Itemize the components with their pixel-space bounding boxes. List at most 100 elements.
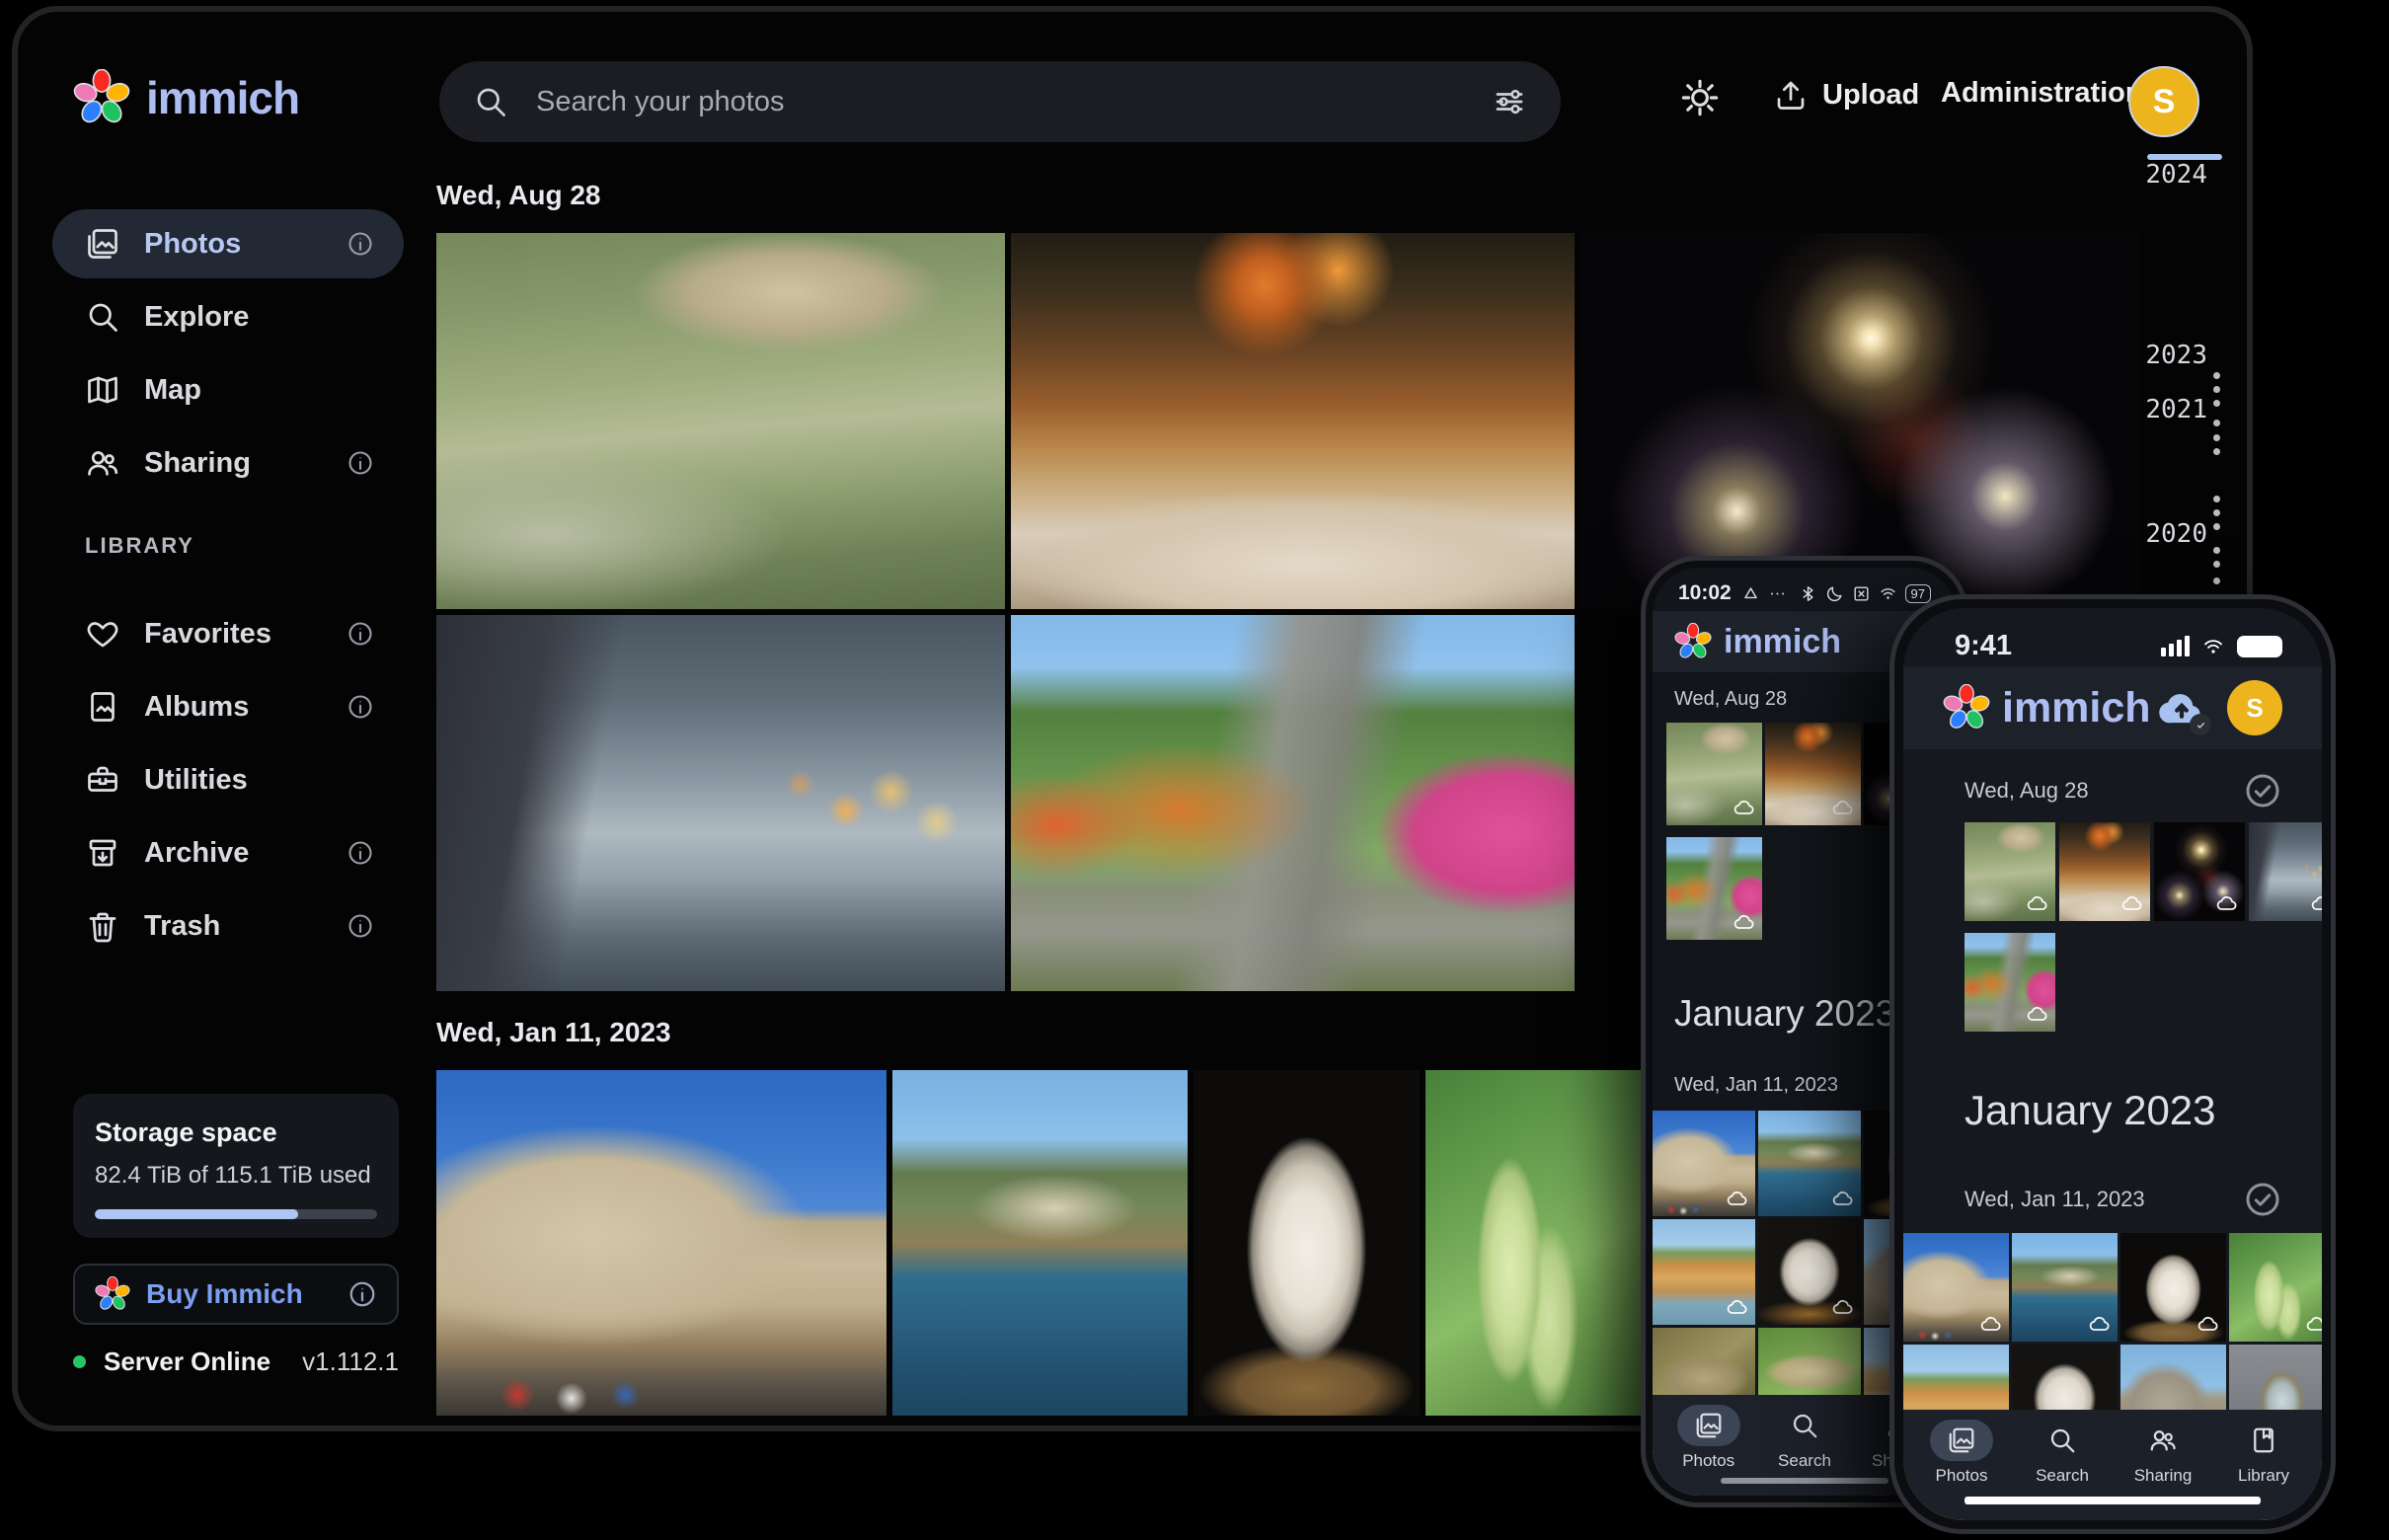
nav-tab-photos[interactable]: Photos — [1919, 1420, 2004, 1486]
sidebar-item-trash[interactable]: Trash — [52, 891, 404, 961]
theme-toggle-button[interactable] — [1679, 77, 1721, 118]
photo-thumbnail-garden-path[interactable] — [1666, 837, 1762, 940]
info-icon[interactable] — [347, 912, 374, 940]
sidebar-item-label: Albums — [144, 691, 347, 724]
select-all-check-icon[interactable] — [2243, 1180, 2282, 1219]
photo-fireworks[interactable] — [1580, 233, 2139, 609]
photo-garden-path[interactable] — [1011, 615, 1575, 991]
cloud-sync-icon — [1733, 796, 1756, 819]
search-icon — [85, 299, 120, 335]
photo-thumbnail-fireworks[interactable] — [2154, 822, 2245, 921]
photo-thumbnail-dinner[interactable] — [1765, 723, 1861, 825]
nav-tab-library[interactable]: Library — [2221, 1420, 2306, 1486]
nav-tab-label: Search — [2036, 1466, 2089, 1486]
user-avatar[interactable]: S — [2227, 680, 2282, 735]
info-icon[interactable] — [347, 449, 374, 477]
cloud-sync-icon — [2026, 1002, 2049, 1026]
info-icon[interactable] — [347, 693, 374, 721]
sidebar-item-label: Map — [144, 374, 404, 407]
sidebar-item-albums[interactable]: Albums — [52, 672, 404, 741]
photo-thumbnail-coastal[interactable] — [2012, 1233, 2118, 1342]
info-icon[interactable] — [347, 230, 374, 258]
sidebar-item-label: Photos — [144, 228, 347, 261]
nav-tab-sharing[interactable]: Sharing — [2120, 1420, 2205, 1486]
bluetooth-icon — [1799, 584, 1817, 603]
archive-icon — [85, 835, 120, 871]
search-icon — [2047, 1425, 2077, 1455]
upload-button[interactable]: Upload — [1773, 77, 1919, 113]
cloud-sync-icon — [1831, 1295, 1855, 1319]
photo-thumbnail-castle[interactable] — [1903, 1233, 2009, 1342]
photo-thumbnail-hands[interactable] — [2249, 822, 2322, 921]
sidebar-item-label: Sharing — [144, 447, 347, 480]
timeline-tick-dot — [2213, 547, 2220, 554]
storage-space-card: Storage space 82.4 TiB of 115.1 TiB used — [73, 1094, 399, 1238]
photo-thumbnail-dinner[interactable] — [2059, 822, 2150, 921]
photo-thumbnail-berries[interactable] — [2229, 1233, 2322, 1342]
photo-thumbnail-sculpture[interactable] — [2120, 1233, 2226, 1342]
select-all-check-icon[interactable] — [2243, 771, 2282, 810]
date-header: Wed, Jan 11, 2023 — [1903, 1158, 2322, 1219]
upload-label: Upload — [1822, 79, 1919, 112]
nav-tab-search[interactable]: Search — [2020, 1420, 2105, 1486]
immich-flower-icon — [95, 1276, 130, 1312]
sidebar-item-favorites[interactable]: Favorites — [52, 599, 404, 668]
timeline-tick-dot — [2213, 448, 2220, 455]
photo-thumbnail-monkeys[interactable] — [1666, 723, 1762, 825]
info-icon[interactable] — [347, 620, 374, 648]
photo-sculpture[interactable] — [1194, 1070, 1420, 1416]
timeline-tick-dot — [2213, 400, 2220, 407]
nav-tab-search[interactable]: Search — [1762, 1405, 1847, 1471]
timeline-year-2024[interactable]: 2024 — [2138, 160, 2207, 190]
sidebar-item-archive[interactable]: Archive — [52, 818, 404, 887]
photo-berries[interactable] — [1426, 1070, 1648, 1416]
photo-monkeys[interactable] — [436, 233, 1005, 609]
home-indicator[interactable] — [1965, 1497, 2261, 1504]
timeline-tick-dot — [2213, 420, 2220, 426]
filter-tune-icon[interactable] — [1492, 84, 1527, 119]
sidebar-library-nav: Favorites Albums Utilities Archive Trash — [52, 599, 404, 964]
photo-thumbnail-monkeys[interactable] — [1965, 822, 2055, 921]
photo-hands[interactable] — [436, 615, 1005, 991]
cloud-sync-icon — [1726, 1187, 1749, 1210]
administration-link[interactable]: Administration — [1941, 77, 2143, 110]
timeline-tick-dot — [2213, 561, 2220, 568]
buy-immich-button[interactable]: Buy Immich — [73, 1264, 399, 1325]
timeline-year-2021[interactable]: 2021 — [2138, 395, 2207, 424]
sidebar-item-photos[interactable]: Photos — [52, 209, 404, 278]
sidebar-item-explore[interactable]: Explore — [52, 282, 404, 351]
photo-thumbnail-castle[interactable] — [1653, 1111, 1755, 1216]
user-avatar[interactable]: S — [2128, 66, 2199, 137]
timeline-year-2020[interactable]: 2020 — [2138, 519, 2207, 549]
cloud-upload-icon[interactable] — [2156, 682, 2207, 733]
photo-thumbnail-coastal[interactable] — [1758, 1111, 1861, 1216]
photo-thumbnail-garden-path[interactable] — [1965, 933, 2055, 1032]
album-icon — [85, 689, 120, 725]
info-icon[interactable] — [347, 839, 374, 867]
timeline-year-2023[interactable]: 2023 — [2138, 341, 2207, 370]
sidebar-item-map[interactable]: Map — [52, 355, 404, 424]
nav-tab-photos[interactable]: Photos — [1666, 1405, 1751, 1471]
sidebar-item-label: Explore — [144, 301, 404, 334]
ios-screen: 9:41 immich S — [1903, 608, 2322, 1520]
photo-thumbnail-stonehead[interactable] — [1758, 1219, 1861, 1325]
photo-coastal[interactable] — [892, 1070, 1188, 1416]
info-icon[interactable] — [347, 1279, 377, 1309]
search-placeholder: Search your photos — [536, 86, 1492, 118]
toolbox-icon — [85, 762, 120, 798]
immich-logo[interactable]: immich — [73, 69, 299, 126]
sidebar-item-label: Favorites — [144, 618, 347, 651]
photo-dinner[interactable] — [1011, 233, 1575, 609]
sidebar-item-sharing[interactable]: Sharing — [52, 428, 404, 498]
photo-castle[interactable] — [436, 1070, 886, 1416]
home-indicator[interactable] — [1721, 1478, 1888, 1484]
sidebar-item-utilities[interactable]: Utilities — [52, 745, 404, 814]
ios-app-header: immich S — [1903, 666, 2322, 749]
android-status-bar: 10:02 97 — [1653, 568, 1957, 611]
photo-thumbnail-beach[interactable] — [1653, 1219, 1755, 1325]
sun-icon — [1679, 77, 1721, 118]
signal-icon — [2161, 636, 2190, 656]
search-input[interactable]: Search your photos — [439, 61, 1561, 142]
app-logo-text: immich — [1724, 623, 1841, 661]
ios-status-bar: 9:41 — [1903, 608, 2322, 666]
